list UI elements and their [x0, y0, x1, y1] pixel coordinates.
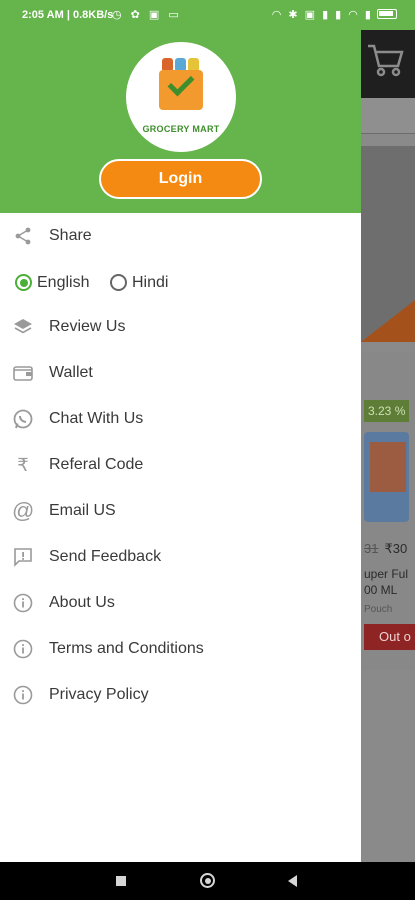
at-sign-icon: @: [12, 498, 35, 523]
menu-item-label: Send Feedback: [49, 548, 162, 565]
info-icon: [13, 639, 33, 659]
radio-hindi[interactable]: [110, 274, 127, 291]
wallet-icon: [13, 366, 33, 381]
menu-item-share[interactable]: Share: [0, 214, 361, 260]
background-search-bar[interactable]: [361, 98, 415, 134]
rupee-icon: ₹: [17, 455, 29, 475]
product-image: [364, 432, 409, 522]
radio-english[interactable]: [15, 274, 32, 291]
logo-text: GROCERY MART: [142, 124, 220, 134]
menu-item-label: Chat With Us: [49, 410, 144, 427]
menu-item-label: Referal Code: [49, 456, 144, 473]
login-button[interactable]: Login: [99, 159, 262, 199]
home-button[interactable]: [200, 873, 215, 888]
language-selector: English Hindi: [0, 269, 361, 299]
checkmark-icon: [167, 69, 195, 97]
discount-badge: 3.23 %: [364, 400, 409, 422]
menu-item-terms[interactable]: Terms and Conditions: [0, 627, 361, 673]
app-logo: GROCERY MART: [126, 42, 236, 152]
product-price: 31 ₹30: [364, 541, 407, 557]
out-of-stock-button[interactable]: Out o: [364, 624, 415, 650]
info-icon: [13, 593, 33, 613]
share-icon: [15, 227, 31, 245]
status-notification-icons: ◷ ✿ ▣ ▭: [112, 9, 182, 21]
product-name: uper Ful 00 ML: [364, 567, 409, 597]
old-price: 31: [364, 541, 379, 556]
menu-item-label: Terms and Conditions: [49, 640, 204, 657]
menu-item-wallet[interactable]: Wallet: [0, 351, 361, 397]
recent-apps-button[interactable]: [116, 876, 126, 886]
drawer-header: GROCERY MART Login: [0, 0, 361, 213]
menu-item-label: Email US: [49, 502, 116, 519]
menu-item-label: Privacy Policy: [49, 686, 149, 703]
status-bar: 2:05 AM | 0.8KB/s ◷ ✿ ▣ ▭ ◠ ✱ ▣ ▮ ▮ ◠ ▮: [0, 0, 415, 30]
background-banner-accent: [361, 300, 415, 342]
menu-item-label: Share: [49, 227, 92, 244]
menu-item-label: Review Us: [49, 318, 126, 335]
back-button[interactable]: [288, 875, 297, 887]
whatsapp-icon: [13, 409, 33, 429]
layers-icon: [14, 319, 32, 334]
navigation-drawer: GROCERY MART Login Share English Hindi R: [0, 0, 361, 862]
menu-item-feedback[interactable]: Send Feedback: [0, 535, 361, 581]
menu-item-privacy[interactable]: Privacy Policy: [0, 673, 361, 719]
shopping-bag-icon: [159, 69, 203, 110]
current-price: ₹30: [384, 541, 408, 556]
menu-item-label: About Us: [49, 594, 115, 611]
menu-item-chat[interactable]: Chat With Us: [0, 397, 361, 443]
menu-item-label: Wallet: [49, 364, 93, 381]
info-icon: [13, 685, 33, 705]
menu-item-review[interactable]: Review Us: [0, 305, 361, 351]
cart-icon[interactable]: [366, 42, 404, 78]
hindi-label[interactable]: Hindi: [132, 274, 168, 292]
menu-item-referal[interactable]: ₹ Referal Code: [0, 443, 361, 489]
status-system-icons: ◠ ✱ ▣ ▮ ▮ ◠ ▮: [272, 8, 397, 21]
product-subtitle: Pouch: [364, 604, 393, 615]
menu-item-email[interactable]: @ Email US: [0, 489, 361, 535]
feedback-icon: [14, 548, 32, 567]
english-label[interactable]: English: [37, 274, 89, 292]
status-time: 2:05 AM | 0.8KB/s: [22, 9, 114, 21]
system-nav-bar: [0, 862, 415, 900]
battery-icon: [377, 9, 397, 19]
menu-item-about[interactable]: About Us: [0, 581, 361, 627]
